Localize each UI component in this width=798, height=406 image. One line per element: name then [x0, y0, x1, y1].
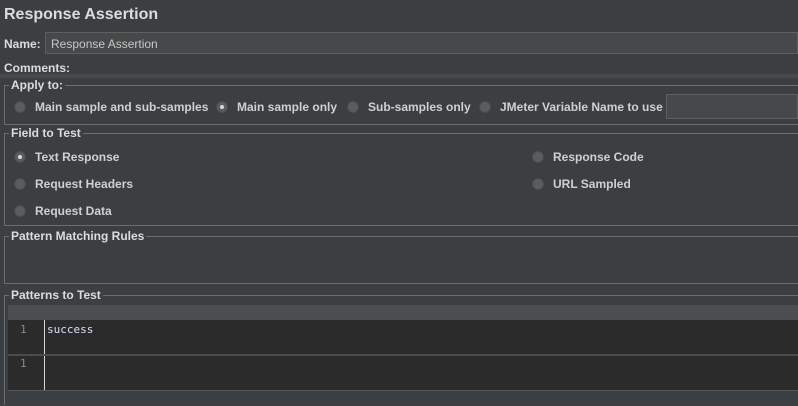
pattern-matching-rules-group: Pattern Matching Rules — [4, 229, 798, 284]
radio-label: Main sample and sub-samples — [35, 100, 209, 114]
pattern-editor[interactable]: 1 success — [8, 320, 798, 354]
patterns-to-test-legend: Patterns to Test — [9, 288, 103, 302]
apply-to-legend: Apply to: — [9, 78, 65, 92]
radio-indicator — [479, 101, 491, 113]
text-caret — [44, 356, 45, 390]
radio-main-and-sub-samples[interactable]: Main sample and sub-samples — [14, 100, 208, 114]
name-label: Name: — [4, 37, 41, 51]
jmeter-variable-name-input[interactable] — [666, 94, 798, 119]
radio-label: JMeter Variable Name to use — [500, 100, 663, 114]
radio-label: Request Data — [35, 204, 112, 218]
radio-indicator — [347, 101, 359, 113]
radio-label: Main sample only — [237, 100, 338, 114]
pattern-matching-rules-legend: Pattern Matching Rules — [9, 229, 147, 243]
radio-request-data[interactable]: Request Data — [14, 204, 112, 218]
radio-indicator — [14, 205, 26, 217]
radio-response-code[interactable]: Response Code — [532, 150, 644, 164]
line-number: 1 — [20, 323, 27, 336]
pattern-text: success — [47, 323, 94, 336]
radio-indicator — [532, 151, 544, 163]
radio-label: Response Code — [553, 150, 644, 164]
radio-request-headers[interactable]: Request Headers — [14, 177, 133, 191]
comments-field[interactable] — [0, 74, 798, 78]
name-field[interactable]: Response Assertion — [45, 32, 798, 54]
radio-indicator-selected — [216, 101, 228, 113]
comments-label: Comments: — [4, 61, 71, 75]
pattern-editor-empty[interactable]: 1 — [8, 356, 798, 390]
radio-sub-samples-only[interactable]: Sub-samples only — [347, 100, 471, 114]
radio-label: Sub-samples only — [368, 100, 471, 114]
radio-main-sample-only[interactable]: Main sample only — [216, 100, 337, 114]
radio-label: Request Headers — [35, 177, 134, 191]
panel-title: Response Assertion — [4, 6, 159, 23]
radio-indicator-selected — [14, 151, 26, 163]
radio-indicator — [532, 178, 544, 190]
radio-label: Text Response — [35, 150, 120, 164]
radio-url-sampled[interactable]: URL Sampled — [532, 177, 631, 191]
text-caret — [44, 320, 45, 354]
patterns-footer — [8, 390, 798, 406]
radio-label: URL Sampled — [553, 177, 631, 191]
radio-text-response[interactable]: Text Response — [14, 150, 119, 164]
field-to-test-legend: Field to Test — [9, 126, 83, 140]
line-number: 1 — [20, 357, 27, 370]
radio-indicator — [14, 101, 26, 113]
radio-jmeter-variable[interactable]: JMeter Variable Name to use — [479, 100, 663, 114]
radio-indicator — [14, 178, 26, 190]
patterns-table-header — [8, 305, 798, 320]
